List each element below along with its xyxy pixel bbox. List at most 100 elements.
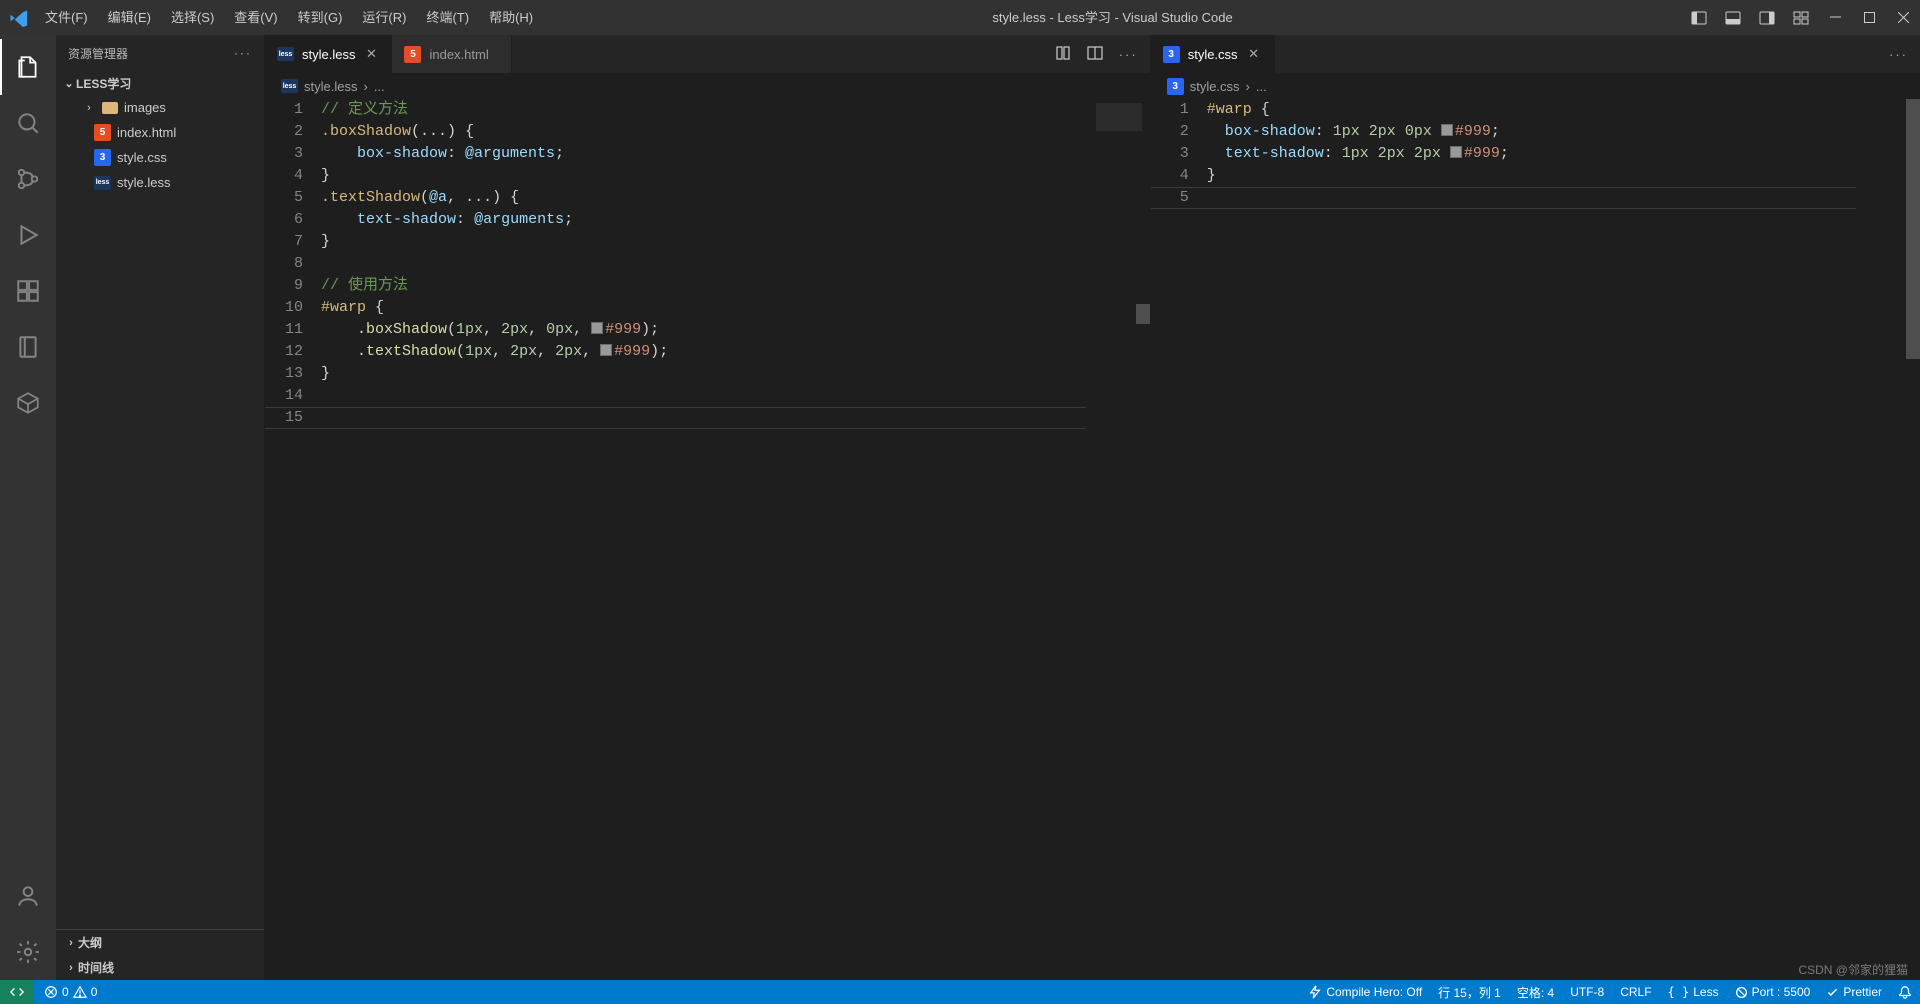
more-actions-icon[interactable]: ··· (1889, 47, 1908, 62)
split-editor-icon[interactable] (1087, 45, 1103, 64)
status-cursor-pos[interactable]: 行 15，列 1 (1430, 980, 1509, 1004)
code-editor-left[interactable]: 123456789101112131415 // 定义方法.boxShadow(… (265, 99, 1150, 980)
extensions-icon[interactable] (0, 263, 56, 319)
tab-style-css[interactable]: 3 style.css ✕ (1151, 35, 1275, 73)
code-content-right[interactable]: #warp { box-shadow: 1px 2px 0px #999; te… (1207, 99, 1920, 980)
status-warnings-count: 0 (91, 985, 98, 999)
tab-style-less[interactable]: less style.less ✕ (265, 35, 392, 73)
sidebar-item-label: style.less (117, 175, 170, 190)
sidebar-title-label: 资源管理器 (68, 45, 128, 62)
menu-run[interactable]: 运行(R) (352, 0, 416, 35)
menu-selection[interactable]: 选择(S) (161, 0, 224, 35)
less-icon: less (94, 176, 111, 190)
source-control-icon[interactable] (0, 151, 56, 207)
maximize-icon[interactable] (1852, 0, 1886, 35)
scrollbar-left[interactable] (1136, 99, 1150, 980)
account-icon[interactable] (0, 868, 56, 924)
menu-view[interactable]: 查看(V) (224, 0, 287, 35)
scrollbar-right[interactable] (1906, 99, 1920, 980)
vscode-logo-icon (0, 0, 35, 35)
css-icon: 3 (1163, 46, 1180, 63)
tab-label: style.css (1188, 47, 1238, 62)
gutter-right: 12345 (1151, 99, 1207, 980)
css-icon: 3 (94, 149, 111, 166)
chevron-right-icon: › (64, 962, 78, 974)
sidebar-item-index-html[interactable]: 5 index.html (56, 120, 264, 145)
status-encoding[interactable]: UTF-8 (1562, 980, 1612, 1004)
tab-label: style.less (302, 47, 355, 62)
menu-file[interactable]: 文件(F) (35, 0, 98, 35)
status-compile-hero[interactable]: Compile Hero: Off (1300, 980, 1430, 1004)
sidebar-title: 资源管理器 ··· (56, 35, 264, 71)
window-title: style.less - Less学习 - Visual Studio Code (543, 0, 1682, 35)
status-errors[interactable]: 0 0 (36, 980, 105, 1004)
status-eol[interactable]: CRLF (1612, 980, 1659, 1004)
compare-changes-icon[interactable] (1055, 45, 1071, 64)
sidebar-timeline[interactable]: › 时间线 (56, 955, 264, 980)
breadcrumb-right[interactable]: 3 style.css › ... (1151, 73, 1920, 99)
code-editor-right[interactable]: 12345 #warp { box-shadow: 1px 2px 0px #9… (1151, 99, 1920, 980)
menu-edit[interactable]: 编辑(E) (98, 0, 161, 35)
toggle-panel-bottom-icon[interactable] (1716, 0, 1750, 35)
code-content-left[interactable]: // 定义方法.boxShadow(...) { box-shadow: @ar… (321, 99, 1150, 980)
status-notification-icon[interactable] (1890, 980, 1920, 1004)
sidebar-section-label: 大纲 (78, 934, 102, 951)
sidebar-project[interactable]: ⌄ LESS学习 (56, 71, 264, 95)
menubar: 文件(F) 编辑(E) 选择(S) 查看(V) 转到(G) 运行(R) 终端(T… (35, 0, 543, 35)
menu-help[interactable]: 帮助(H) (479, 0, 543, 35)
sidebar-item-style-css[interactable]: 3 style.css (56, 145, 264, 170)
run-debug-icon[interactable] (0, 207, 56, 263)
sidebar-item-label: index.html (117, 125, 176, 140)
customize-layout-icon[interactable] (1784, 0, 1818, 35)
remote-icon[interactable] (0, 980, 34, 1004)
sidebar-item-label: images (124, 100, 166, 115)
css-icon: 3 (1167, 78, 1184, 95)
minimize-icon[interactable] (1818, 0, 1852, 35)
breadcrumb-rest: ... (374, 79, 385, 94)
status-port-label: Port : 5500 (1752, 985, 1811, 999)
toggle-panel-left-icon[interactable] (1682, 0, 1716, 35)
menu-terminal[interactable]: 终端(T) (416, 0, 479, 35)
tab-index-html[interactable]: 5 index.html (392, 35, 512, 73)
sidebar-outline[interactable]: › 大纲 (56, 930, 264, 955)
status-prettier[interactable]: Prettier (1818, 980, 1890, 1004)
status-errors-count: 0 (62, 985, 69, 999)
tab-label: index.html (429, 47, 488, 62)
status-port[interactable]: Port : 5500 (1727, 980, 1819, 1004)
status-lang[interactable]: { } Less (1660, 980, 1727, 1004)
close-tab-icon[interactable]: ✕ (363, 46, 379, 62)
less-icon: less (277, 47, 294, 61)
editor-area: less style.less ✕ 5 index.html ··· less … (265, 35, 1920, 980)
explorer-icon[interactable] (0, 39, 56, 95)
project-name: LESS学习 (76, 75, 131, 92)
notebook-icon[interactable] (0, 319, 56, 375)
sidebar-more-icon[interactable]: ··· (234, 46, 252, 60)
toggle-panel-right-icon[interactable] (1750, 0, 1784, 35)
statusbar: 0 0 Compile Hero: Off 行 15，列 1 空格: 4 UTF… (0, 980, 1920, 1004)
titlebar: 文件(F) 编辑(E) 选择(S) 查看(V) 转到(G) 运行(R) 终端(T… (0, 0, 1920, 35)
sidebar-section-label: 时间线 (78, 959, 114, 976)
tab-actions-left: ··· (1043, 35, 1150, 73)
folder-icon (102, 102, 118, 114)
sidebar-item-label: style.css (117, 150, 167, 165)
status-lang-label: Less (1693, 985, 1718, 999)
tabs-right: 3 style.css ✕ ··· (1151, 35, 1920, 73)
status-compile-hero-label: Compile Hero: Off (1326, 985, 1422, 999)
breadcrumb-file: style.css (1190, 79, 1240, 94)
close-icon[interactable] (1886, 0, 1920, 35)
sidebar-item-images[interactable]: › images (56, 95, 264, 120)
breadcrumb-file: style.less (304, 79, 357, 94)
sidebar-item-style-less[interactable]: less style.less (56, 170, 264, 195)
status-spaces[interactable]: 空格: 4 (1509, 980, 1562, 1004)
menu-go[interactable]: 转到(G) (288, 0, 353, 35)
more-actions-icon[interactable]: ··· (1119, 47, 1138, 62)
settings-gear-icon[interactable] (0, 924, 56, 980)
package-icon[interactable] (0, 375, 56, 431)
sidebar-bottom: › 大纲 › 时间线 (56, 929, 264, 980)
close-tab-icon[interactable]: ✕ (1246, 46, 1262, 62)
editor-group-left: less style.less ✕ 5 index.html ··· less … (265, 35, 1151, 980)
window-controls (1818, 0, 1920, 35)
breadcrumb-left[interactable]: less style.less › ... (265, 73, 1150, 99)
search-icon[interactable] (0, 95, 56, 151)
html-icon: 5 (94, 124, 111, 141)
